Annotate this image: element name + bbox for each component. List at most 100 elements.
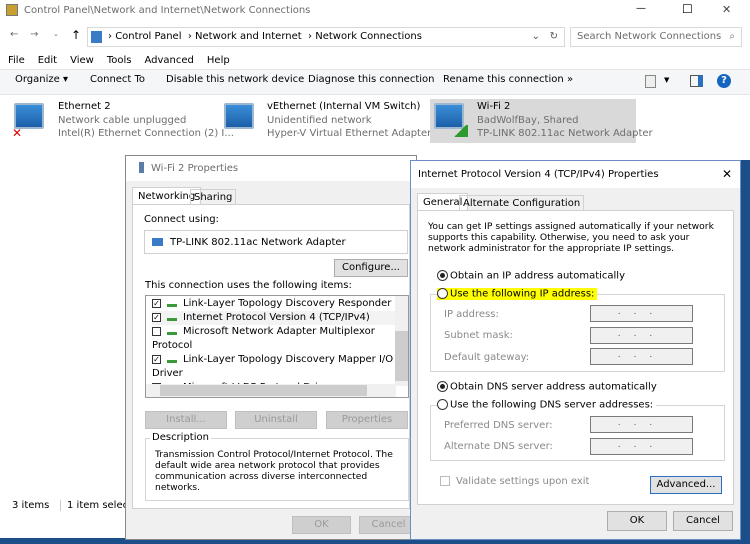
- validate-checkbox[interactable]: Validate settings upon exit: [440, 476, 589, 487]
- checkbox[interactable]: ✓: [152, 312, 161, 322]
- protocol-label: Internet Protocol Version 4 (TCP/IPv4): [183, 312, 370, 323]
- connection-vethernet[interactable]: vEthernet (Internal VM Switch) Unidentif…: [220, 99, 444, 143]
- change-view-icon[interactable]: [645, 75, 656, 88]
- ipv4-properties-dialog: Internet Protocol Version 4 (TCP/IPv4) P…: [410, 160, 741, 540]
- radio-label: Obtain an IP address automatically: [450, 270, 626, 282]
- description-text: Transmission Control Protocol/Internet P…: [155, 449, 393, 493]
- adapter-field: TP-LINK 802.11ac Network Adapter: [144, 230, 408, 254]
- protocol-item[interactable]: ✓ Link-Layer Topology Discovery Mapper I/…: [152, 353, 408, 381]
- protocol-label: Link-Layer Topology Discovery Mapper I/O…: [152, 354, 394, 379]
- connection-adapter: Hyper-V Virtual Ethernet Adapter ...: [267, 128, 444, 139]
- checkbox[interactable]: [152, 326, 161, 336]
- vertical-scrollbar[interactable]: [395, 296, 408, 386]
- checkbox-label: Validate settings upon exit: [456, 476, 590, 487]
- wifi-adapter-icon: [139, 162, 144, 173]
- organize-button[interactable]: Organize ▾: [15, 74, 68, 85]
- menu-view[interactable]: View: [70, 55, 94, 66]
- intro-text: You can get IP settings assigned automat…: [428, 221, 714, 254]
- help-icon[interactable]: ?: [717, 74, 731, 88]
- protocol-icon: [167, 398, 177, 399]
- control-panel-icon: [91, 31, 102, 43]
- close-button[interactable]: ✕: [722, 167, 732, 181]
- uninstall-button[interactable]: Uninstall: [235, 411, 317, 429]
- desktop-background-right: [741, 160, 750, 544]
- menu-edit[interactable]: Edit: [38, 55, 57, 66]
- up-button[interactable]: ↑: [71, 28, 81, 42]
- preferred-dns-field[interactable]: ...: [590, 416, 693, 433]
- address-dropdown-icon[interactable]: ⌄: [532, 28, 540, 46]
- connect-to-button[interactable]: Connect To: [90, 74, 145, 85]
- signal-bars-icon: [452, 125, 468, 137]
- connection-adapter: Intel(R) Ethernet Connection (2) I...: [58, 128, 234, 139]
- alternate-dns-field[interactable]: ...: [590, 438, 693, 455]
- ip-address-label: IP address:: [444, 309, 499, 320]
- use-dns-radio[interactable]: Use the following DNS server addresses:: [437, 399, 657, 411]
- forward-button[interactable]: →: [30, 29, 38, 40]
- address-bar[interactable]: › Control Panel › Network and Internet ›…: [87, 27, 565, 47]
- obtain-ip-radio[interactable]: Obtain an IP address automatically: [437, 270, 625, 282]
- networking-panel: Connect using: TP-LINK 802.11ac Network …: [132, 204, 410, 509]
- use-ip-radio[interactable]: Use the following IP address:: [437, 288, 598, 300]
- view-dropdown-icon[interactable]: ▼: [664, 76, 669, 84]
- window-icon: [6, 4, 18, 16]
- connection-status: BadWolfBay, Shared: [477, 115, 579, 126]
- disable-device-button[interactable]: Disable this network device: [166, 74, 304, 85]
- crumb-network-internet[interactable]: Network and Internet: [195, 31, 302, 42]
- back-button[interactable]: ←: [10, 29, 18, 40]
- subnet-mask-field[interactable]: ...: [590, 327, 693, 344]
- menu-tools[interactable]: Tools: [107, 55, 132, 66]
- search-placeholder: Search Network Connections: [577, 31, 722, 42]
- recent-dropdown[interactable]: ⌄: [53, 30, 59, 38]
- crumb-network-connections[interactable]: Network Connections: [315, 31, 422, 42]
- checkbox[interactable]: ✓: [152, 354, 161, 364]
- protocol-label: Microsoft Network Adapter Multiplexor Pr…: [152, 326, 375, 351]
- maximize-button[interactable]: ☐: [682, 2, 693, 16]
- configure-button[interactable]: Configure...: [334, 259, 408, 277]
- obtain-dns-radio[interactable]: Obtain DNS server address automatically: [437, 381, 657, 393]
- ok-button[interactable]: OK: [292, 516, 351, 534]
- connection-ethernet-2[interactable]: ✕ Ethernet 2 Network cable unplugged Int…: [10, 99, 234, 143]
- connection-status: Network cable unplugged: [58, 115, 187, 126]
- protocol-icon: [167, 300, 177, 307]
- advanced-button[interactable]: Advanced...: [650, 476, 722, 494]
- properties-button[interactable]: Properties: [326, 411, 408, 429]
- connection-name: Ethernet 2: [58, 101, 111, 112]
- protocol-item[interactable]: ✓ Link-Layer Topology Discovery Responder: [152, 297, 408, 311]
- minimize-button[interactable]: —: [636, 3, 646, 14]
- dialog-title: Wi-Fi 2 Properties: [151, 163, 239, 174]
- close-button[interactable]: ✕: [722, 3, 731, 16]
- menu-advanced[interactable]: Advanced: [144, 55, 193, 66]
- horizontal-scrollbar[interactable]: [146, 384, 396, 397]
- search-input[interactable]: Search Network Connections ⌕: [570, 27, 742, 47]
- protocol-icon: [167, 328, 177, 335]
- ok-button[interactable]: OK: [607, 511, 667, 531]
- items-list: ✓ Link-Layer Topology Discovery Responder…: [145, 295, 409, 398]
- menu-help[interactable]: Help: [207, 55, 230, 66]
- protocol-item[interactable]: ✓ Internet Protocol Version 4 (TCP/IPv4): [152, 311, 408, 325]
- radio-unselected: [437, 288, 448, 299]
- connect-using-label: Connect using:: [144, 214, 219, 225]
- default-gateway-label: Default gateway:: [444, 352, 530, 363]
- checkbox[interactable]: ✓: [152, 298, 161, 308]
- connection-wifi-2[interactable]: Wi-Fi 2 BadWolfBay, Shared TP-LINK 802.1…: [430, 99, 653, 143]
- install-button[interactable]: Install...: [145, 411, 227, 429]
- tab-alternate-configuration[interactable]: Alternate Configuration: [459, 195, 585, 211]
- cancel-button[interactable]: Cancel: [673, 511, 733, 531]
- diagnose-button[interactable]: Diagnose this connection: [308, 74, 434, 85]
- crumb-control-panel[interactable]: Control Panel: [115, 31, 181, 42]
- connection-adapter: TP-LINK 802.11ac Network Adapter: [477, 128, 653, 139]
- preferred-dns-label: Preferred DNS server:: [444, 420, 553, 431]
- protocol-icon: [167, 314, 177, 321]
- default-gateway-field[interactable]: ...: [590, 348, 693, 365]
- menu-file[interactable]: File: [8, 55, 25, 66]
- adapter-name: TP-LINK 802.11ac Network Adapter: [170, 237, 346, 248]
- preview-pane-icon[interactable]: [690, 75, 703, 87]
- radio-selected: [437, 270, 448, 281]
- protocol-item[interactable]: Microsoft Network Adapter Multiplexor Pr…: [152, 325, 408, 353]
- refresh-icon[interactable]: ↻: [550, 28, 558, 46]
- rename-button[interactable]: Rename this connection: [443, 74, 564, 85]
- more-commands-button[interactable]: »: [567, 74, 573, 85]
- tab-sharing[interactable]: Sharing: [190, 189, 237, 205]
- subnet-mask-label: Subnet mask:: [444, 330, 513, 341]
- ip-address-field[interactable]: ...: [590, 305, 693, 322]
